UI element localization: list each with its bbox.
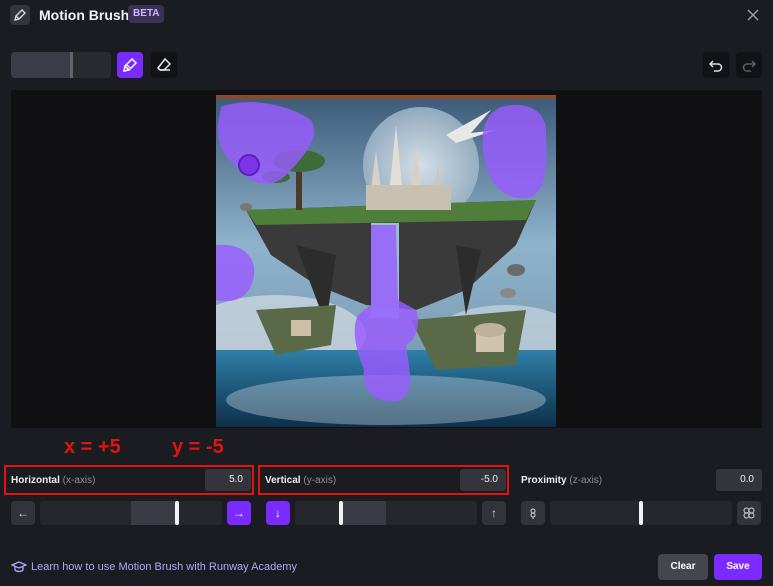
- horizontal-axis-sub: (x-axis): [62, 475, 96, 486]
- clear-button[interactable]: Clear: [658, 554, 708, 580]
- horizontal-value-input[interactable]: 5.0: [205, 469, 251, 491]
- brush-tool-button[interactable]: [117, 52, 143, 78]
- save-button[interactable]: Save: [714, 554, 762, 580]
- proximity-slider[interactable]: [550, 501, 732, 525]
- flower-small-icon: [530, 508, 536, 519]
- brush-cursor: [238, 154, 260, 176]
- brush-size-fill: [11, 52, 73, 78]
- horizontal-right-button[interactable]: →: [227, 501, 251, 525]
- proximity-slider-thumb[interactable]: [639, 501, 643, 525]
- fantasy-island-illustration: [216, 95, 556, 427]
- flower-large-icon: [743, 507, 755, 519]
- vertical-axis-sub: (y-axis): [303, 475, 337, 486]
- arrow-up-icon: ↑: [491, 506, 497, 520]
- horizontal-slider-thumb[interactable]: [174, 501, 179, 525]
- vertical-slider[interactable]: [295, 501, 477, 525]
- proximity-axis-sub: (z-axis): [569, 475, 603, 486]
- dialog-title: Motion Brush: [39, 7, 130, 23]
- brush-icon: [123, 57, 138, 72]
- eraser-icon: [157, 57, 172, 71]
- undo-button[interactable]: [703, 52, 729, 78]
- horizontal-slider-fill: [131, 501, 177, 525]
- redo-icon: [742, 60, 757, 72]
- proximity-value-input[interactable]: 0.0: [716, 469, 762, 491]
- redo-button[interactable]: [736, 52, 762, 78]
- arrow-down-icon: ↓: [275, 506, 281, 520]
- source-image[interactable]: [216, 95, 556, 427]
- proximity-near-button[interactable]: [521, 501, 545, 525]
- vertical-up-button[interactable]: ↑: [482, 501, 506, 525]
- brush-size-handle[interactable]: [70, 52, 73, 78]
- eraser-tool-button[interactable]: [151, 52, 177, 78]
- proximity-far-button[interactable]: [737, 501, 761, 525]
- proximity-label-text: Proximity: [521, 475, 567, 486]
- brush-app-icon: [10, 5, 30, 25]
- horizontal-label-text: Horizontal: [11, 475, 60, 486]
- arrow-right-icon: →: [233, 506, 245, 520]
- vertical-slider-thumb[interactable]: [338, 501, 343, 525]
- undo-icon: [708, 60, 723, 72]
- proximity-label: Proximity (z-axis): [521, 475, 602, 486]
- beta-badge: BETA: [128, 5, 165, 23]
- y-annotation: y = -5: [172, 436, 224, 458]
- vertical-label-text: Vertical: [265, 475, 301, 486]
- x-annotation: x = +5: [64, 436, 121, 458]
- horizontal-slider[interactable]: [40, 501, 222, 525]
- vertical-slider-fill: [340, 501, 386, 525]
- brush-size-slider[interactable]: [11, 52, 111, 78]
- horizontal-label: Horizontal (x-axis): [11, 475, 95, 486]
- graduation-cap-icon: [10, 559, 28, 575]
- vertical-label: Vertical (y-axis): [265, 475, 336, 486]
- runway-academy-link[interactable]: Learn how to use Motion Brush with Runwa…: [31, 561, 297, 573]
- vertical-down-button[interactable]: ↓: [266, 501, 290, 525]
- arrow-left-icon: ←: [17, 506, 29, 520]
- horizontal-left-button[interactable]: ←: [11, 501, 35, 525]
- close-icon[interactable]: [744, 6, 762, 24]
- vertical-value-input[interactable]: -5.0: [460, 469, 506, 491]
